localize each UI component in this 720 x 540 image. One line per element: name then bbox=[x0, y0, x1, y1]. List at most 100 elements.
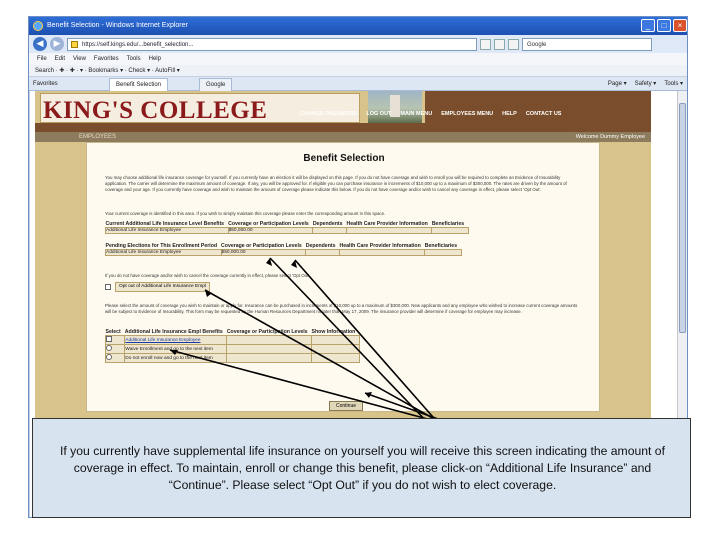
nav-help[interactable]: HELP bbox=[502, 111, 517, 117]
col-header: Coverage or Participation Levels bbox=[221, 243, 306, 250]
header-strip bbox=[425, 91, 651, 123]
url-text: https://self.kings.edu/...benefit_select… bbox=[82, 41, 194, 48]
nav-contact-us[interactable]: CONTACT US bbox=[526, 111, 562, 117]
toolbar-links[interactable]: Search · ✚ · ✚ · ▾ · Bookmarks ▾ · Check… bbox=[29, 65, 687, 77]
col-header: Coverage or Participation Levels bbox=[228, 221, 313, 228]
search-input[interactable]: Google bbox=[522, 37, 652, 51]
col-header: Coverage or Participation Levels bbox=[226, 329, 312, 336]
table-cell bbox=[311, 335, 360, 345]
pending-elections-table: Pending Elections for This Enrollment Pe… bbox=[105, 243, 462, 256]
col-header: Additional Life Insurance Empl Benefits bbox=[124, 329, 227, 336]
menu-edit[interactable]: Edit bbox=[55, 53, 65, 65]
command-bar: Page ▾ Safety ▾ Tools ▾ bbox=[608, 77, 683, 91]
safety-menu[interactable]: Safety ▾ bbox=[635, 77, 657, 91]
col-header: Beneficiaries bbox=[431, 221, 469, 228]
page-menu[interactable]: Page ▾ bbox=[608, 77, 627, 91]
col-header: Show Information bbox=[311, 329, 360, 336]
welcome-text: Welcome Dummy Employee bbox=[575, 134, 645, 140]
table-cell bbox=[311, 344, 360, 354]
menu-favorites[interactable]: Favorites bbox=[94, 53, 119, 65]
tools-menu[interactable]: Tools ▾ bbox=[664, 77, 683, 91]
menu-tools[interactable]: Tools bbox=[127, 53, 141, 65]
table-row: Do not enroll now and go to the next ite… bbox=[104, 353, 360, 363]
nav-employees-menu[interactable]: EMPLOYEES MENU bbox=[441, 111, 493, 117]
security-icon[interactable] bbox=[480, 38, 491, 50]
menu-help[interactable]: Help bbox=[149, 53, 161, 65]
table-cell bbox=[226, 344, 313, 354]
tab-label: Google bbox=[206, 82, 226, 88]
table-row: Waive Enrollment and go to the next item bbox=[104, 344, 360, 354]
optout-label: Opt out of Additional Life Insurance Emp… bbox=[115, 282, 210, 292]
refresh-icon[interactable] bbox=[494, 38, 505, 50]
callout-text: If you currently have supplemental life … bbox=[60, 444, 665, 492]
additional-life-link[interactable]: Additional Life Insurance Employee bbox=[124, 335, 228, 345]
window-title: Benefit Selection - Windows Internet Exp… bbox=[47, 22, 188, 29]
nav-log-out[interactable]: LOG OUT bbox=[366, 111, 391, 117]
scroll-thumb[interactable] bbox=[679, 103, 686, 333]
current-coverage-table: Current Additional Life Insurance Level … bbox=[105, 221, 469, 234]
tab-benefit-selection[interactable]: Benefit Selection bbox=[109, 78, 169, 91]
table-cell: $50,000.00 bbox=[220, 249, 307, 256]
coverage-select-table: Select Additional Life Insurance Empl Be… bbox=[104, 329, 360, 363]
table-cell bbox=[431, 227, 469, 234]
col-header: Health Care Provider Information bbox=[346, 221, 432, 228]
current-note: Your current coverage is identified in t… bbox=[105, 211, 386, 216]
nav-change-password[interactable]: CHANGE PASSWORD bbox=[300, 111, 357, 117]
col-header: Dependents bbox=[312, 221, 347, 228]
table-cell bbox=[312, 227, 348, 234]
col-header: Dependents bbox=[305, 243, 340, 250]
col-header: Beneficiaries bbox=[424, 243, 462, 250]
intro-text: You may choose additional life insurance… bbox=[105, 175, 567, 192]
campus-photo bbox=[368, 91, 422, 123]
menu-view[interactable]: View bbox=[73, 53, 86, 65]
page-title: Benefit Selection bbox=[303, 153, 385, 164]
table-row: Additional Life Insurance Employee $50,0… bbox=[105, 227, 469, 234]
optout-note: If you do not have coverage and/or wish … bbox=[105, 273, 311, 278]
top-nav: CHANGE PASSWORD LOG OUT MAIN MENU EMPLOY… bbox=[300, 111, 561, 117]
optout-row: Opt out of Additional Life Insurance Emp… bbox=[105, 282, 210, 292]
table-cell: Additional Life Insurance Employee bbox=[105, 249, 222, 256]
select-cell bbox=[104, 353, 126, 363]
window-controls: _ □ × bbox=[641, 19, 687, 32]
table-row: Additional Life Insurance Employee bbox=[104, 335, 360, 345]
logo-box: KING'S COLLEGE bbox=[40, 93, 360, 124]
table-row: Additional Life Insurance Employee $50,0… bbox=[105, 249, 462, 256]
menu-file[interactable]: File bbox=[37, 53, 47, 65]
optout-checkbox[interactable] bbox=[105, 284, 111, 290]
url-input[interactable]: https://self.kings.edu/...benefit_select… bbox=[67, 37, 477, 51]
col-header: Health Care Provider Information bbox=[339, 243, 425, 250]
slide: Benefit Selection - Windows Internet Exp… bbox=[0, 0, 720, 540]
forward-button[interactable]: ▶ bbox=[50, 37, 64, 51]
tabs-bar: Favorites Benefit Selection Google Page … bbox=[29, 77, 687, 91]
minimize-button[interactable]: _ bbox=[641, 19, 655, 32]
nav-main-menu[interactable]: MAIN MENU bbox=[400, 111, 432, 117]
table-cell bbox=[338, 249, 426, 256]
not-enroll-radio[interactable] bbox=[106, 354, 112, 360]
table-cell bbox=[346, 227, 433, 234]
continue-button[interactable]: Continue bbox=[329, 401, 363, 411]
tab-label: Benefit Selection bbox=[116, 82, 162, 88]
section-bar: EMPLOYEES Welcome Dummy Employee bbox=[35, 132, 651, 142]
table-cell: $50,000.00 bbox=[227, 227, 314, 234]
additional-life-checkbox[interactable] bbox=[106, 336, 112, 342]
select-cell bbox=[104, 335, 126, 345]
table-cell bbox=[226, 335, 313, 345]
nav-bar bbox=[35, 123, 651, 132]
title-bar: Benefit Selection - Windows Internet Exp… bbox=[29, 17, 687, 35]
maximize-button[interactable]: □ bbox=[657, 19, 671, 32]
close-button[interactable]: × bbox=[673, 19, 687, 32]
stop-icon[interactable] bbox=[508, 38, 519, 50]
waive-radio[interactable] bbox=[106, 345, 112, 351]
back-button[interactable]: ◀ bbox=[33, 37, 47, 51]
menu-bar: File Edit View Favorites Tools Help bbox=[29, 53, 687, 65]
table-cell: Additional Life Insurance Employee bbox=[105, 227, 229, 234]
not-enroll-option: Do not enroll now and go to the next ite… bbox=[124, 353, 228, 363]
ie-icon bbox=[33, 21, 43, 31]
tab-google[interactable]: Google bbox=[199, 78, 233, 91]
table-cell bbox=[226, 353, 313, 363]
favorites-button[interactable]: Favorites bbox=[33, 77, 58, 91]
col-header: Pending Elections for This Enrollment Pe… bbox=[105, 243, 222, 250]
instruction-callout: If you currently have supplemental life … bbox=[32, 418, 691, 518]
table-cell bbox=[424, 249, 462, 256]
address-bar: ◀ ▶ https://self.kings.edu/...benefit_se… bbox=[29, 35, 687, 53]
